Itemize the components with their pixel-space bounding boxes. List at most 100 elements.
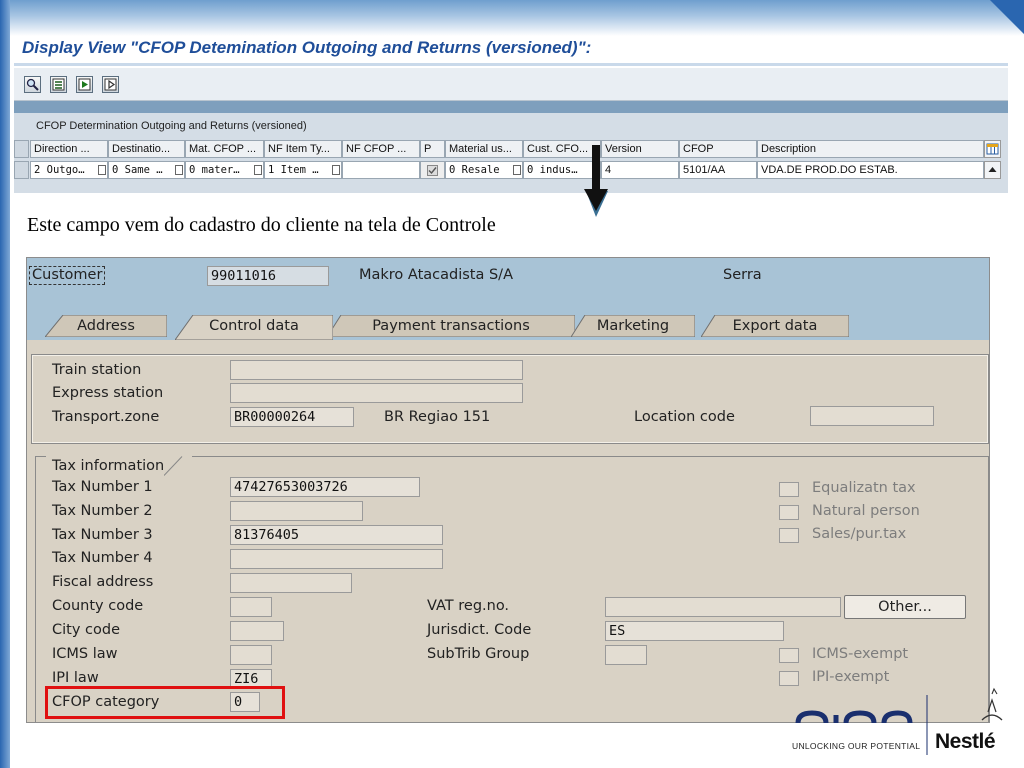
express-station-label: Express station [52,385,164,401]
tax-number-3-field[interactable]: 81376405 [230,525,443,545]
transport-zone-label: Transport.zone [52,409,160,425]
transport-zone-field[interactable]: BR00000264 [230,407,354,427]
customer-master-screen: Customer 99011016 Makro Atacadista S/A S… [26,257,990,723]
globo-tagline: UNLOCKING OUR POTENTIAL [792,741,921,751]
slide-left-band [0,0,10,768]
cell-cfop[interactable]: 5101/AA [679,161,757,179]
cell-material-usage[interactable]: 0 Resale [445,161,523,179]
fiscal-address-label: Fiscal address [52,574,154,590]
tax-number-3-label: Tax Number 3 [52,527,153,543]
equalizatn-tax-checkbox[interactable] [779,482,799,497]
cell-version[interactable]: 4 [601,161,679,179]
icms-exempt-checkbox[interactable] [779,648,799,663]
tax-information-title-text: Tax information [52,458,165,474]
jurisdict-code-field[interactable]: ES [605,621,784,641]
location-code-field[interactable] [810,406,934,426]
ipi-law-label: IPI law [52,670,99,686]
ipi-exempt-checkbox[interactable] [779,671,799,686]
cell-mat-cfop[interactable]: 0 mater… [185,161,264,179]
tax-number-4-field[interactable] [230,549,443,569]
print-icon[interactable] [102,76,119,93]
tab-address-label: Address [77,318,135,334]
customer-city: Serra [723,267,762,283]
cell-destination[interactable]: 0 Same … [108,161,185,179]
sales-pur-tax-label: Sales/pur.tax [812,526,907,542]
vat-reg-label: VAT reg.no. [427,598,510,614]
value-help-icon[interactable] [513,165,521,175]
title-divider [14,63,1008,66]
view-title: Display View "CFOP Detemination Outgoing… [22,38,592,57]
column-header[interactable]: Destinatio... [108,140,185,158]
table-view-icon[interactable] [50,76,67,93]
cell-direction[interactable]: 2 Outgo… [30,161,108,179]
icms-exempt-label: ICMS-exempt [812,646,909,662]
natural-person-checkbox[interactable] [779,505,799,520]
column-header[interactable]: NF Item Ty... [264,140,342,158]
checkbox-checked[interactable] [427,165,438,176]
column-header[interactable]: NF CFOP ... [342,140,420,158]
tab-export-data[interactable]: Export data [701,315,849,337]
value-help-icon[interactable] [175,165,183,175]
subtrib-group-field[interactable] [605,645,647,665]
tax-number-2-field[interactable] [230,501,363,521]
value-help-icon[interactable] [98,165,106,175]
train-station-field[interactable] [230,360,523,380]
column-header[interactable]: CFOP [679,140,757,158]
cell-direction-value: 2 Outgo… [34,164,85,176]
value-help-icon[interactable] [332,165,340,175]
county-code-field[interactable] [230,597,272,617]
tax-number-4-label: Tax Number 4 [52,550,153,566]
column-header[interactable]: Direction ... [30,140,108,158]
express-station-field[interactable] [230,383,523,403]
subtrib-group-label: SubTrib Group [427,646,530,662]
transport-zone-description: BR Regiao 151 [384,409,491,425]
find-icon[interactable] [24,76,41,93]
cell-p-checkbox[interactable] [420,161,445,179]
select-all-cell[interactable] [14,140,29,158]
customer-number-field[interactable]: 99011016 [207,266,329,286]
tax-number-1-field[interactable]: 47427653003726 [230,477,420,497]
column-header[interactable]: Material us... [445,140,523,158]
cell-nf-item-type[interactable]: 1 Item … [264,161,342,179]
toolbar-separator [14,101,1008,113]
tab-payment-transactions[interactable]: Payment transactions [327,315,575,337]
column-header[interactable]: Description [757,140,984,158]
value-help-icon[interactable] [254,165,262,175]
cfop-category-highlight [45,686,285,719]
customer-header: Customer 99011016 Makro Atacadista S/A S… [27,258,989,340]
tab-control-data[interactable]: Control data [175,315,333,340]
column-header[interactable]: P [420,140,445,158]
cell-description[interactable]: VDA.DE PROD.DO ESTAB. [757,161,984,179]
tax-number-1-label: Tax Number 1 [52,479,153,495]
icms-law-field[interactable] [230,645,272,665]
city-code-label: City code [52,622,120,638]
row-selector[interactable] [14,161,29,179]
sales-pur-tax-checkbox[interactable] [779,528,799,543]
column-header[interactable]: Mat. CFOP ... [185,140,264,158]
cfop-table: Direction ... Destinatio... Mat. CFOP ..… [14,134,1006,184]
cell-nf-item-type-value: 1 Item … [268,164,319,176]
cell-nf-cfop[interactable] [342,161,420,179]
tab-payment-transactions-label: Payment transactions [372,318,530,334]
cell-mat-cfop-value: 0 mater… [189,164,240,176]
slide-top-band [0,0,1024,36]
county-code-label: County code [52,598,144,614]
city-code-field[interactable] [230,621,284,641]
icms-law-label: ICMS law [52,646,118,662]
column-settings-icon[interactable] [984,140,1001,158]
slide-caption: Este campo vem do cadastro do cliente na… [27,214,496,236]
train-station-label: Train station [52,362,142,378]
tab-address[interactable]: Address [45,315,167,337]
other-button[interactable]: Other... [844,595,966,619]
location-code-label: Location code [634,409,735,425]
fiscal-address-field[interactable] [230,573,352,593]
vat-reg-field[interactable] [605,597,841,617]
jurisdict-code-label: Jurisdict. Code [427,622,532,638]
tab-marketing[interactable]: Marketing [571,315,695,337]
export-icon[interactable] [76,76,93,93]
customer-name: Makro Atacadista S/A [359,267,513,283]
scroll-up-icon[interactable] [984,161,1001,179]
column-header[interactable]: Version [601,140,679,158]
tax-information-title: Tax information [46,456,193,476]
application-toolbar [14,68,1008,101]
